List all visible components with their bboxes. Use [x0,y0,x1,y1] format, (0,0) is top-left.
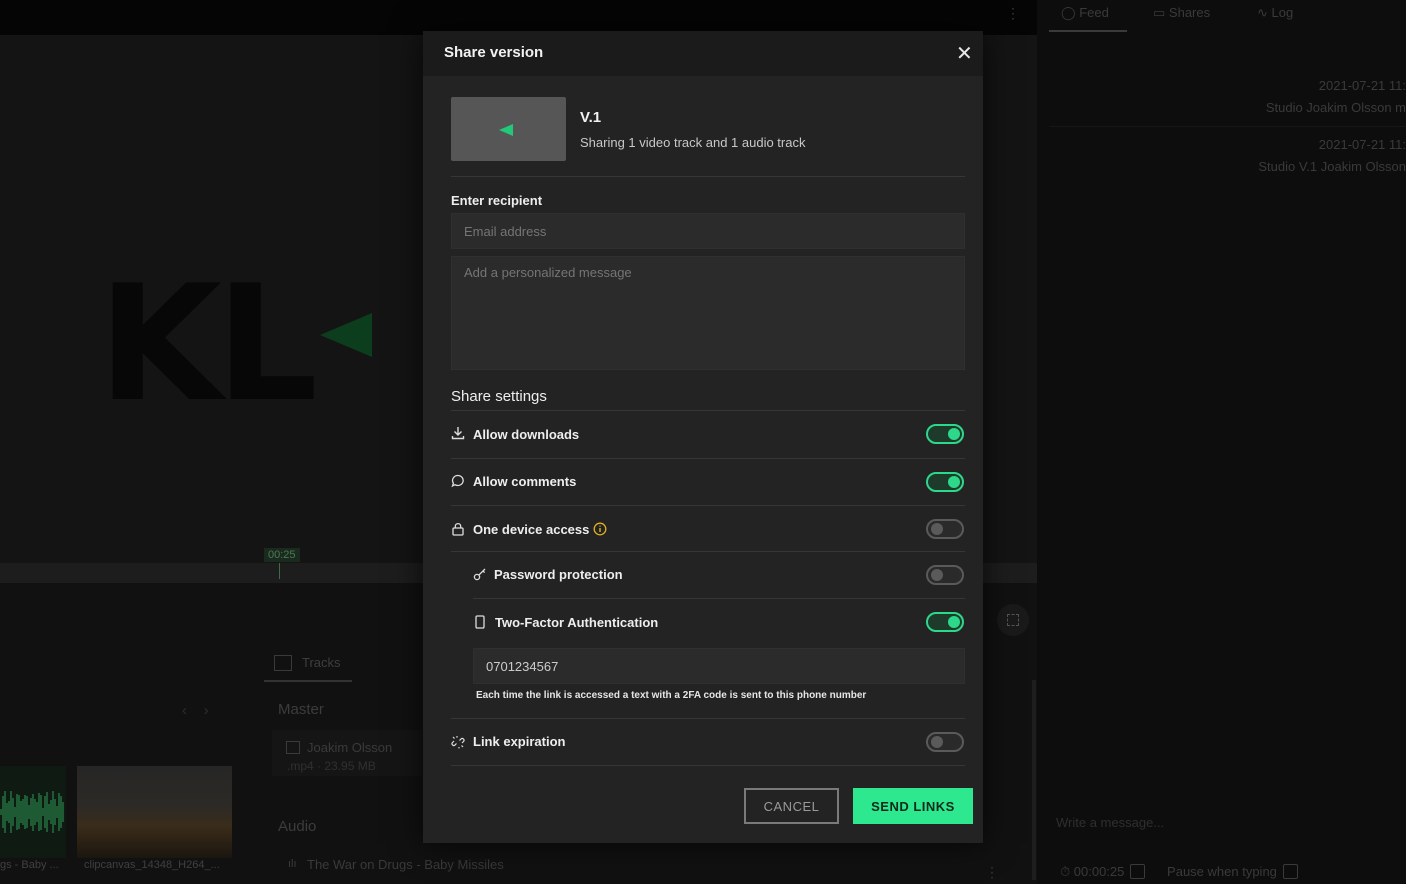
tab-shares-label: Shares [1168,5,1211,20]
thumbnail-caption: gs - Baby ... [0,859,59,871]
divider [451,505,965,506]
phone-number-field[interactable] [473,648,965,684]
pause-when-typing-label: Pause when typing [1167,864,1277,879]
allow-comments-label: Allow comments [473,474,577,489]
version-logo-icon [499,124,513,136]
video-frame-logo: KL [98,250,318,437]
chevron-right-icon[interactable]: › [204,702,209,719]
tab-log-label: Log [1271,5,1294,20]
stopwatch-icon: ⏱ [1060,864,1071,879]
scrollbar[interactable] [1032,680,1036,880]
tab-feed[interactable]: ◯ Feed [1061,5,1109,21]
right-panel [1037,0,1406,884]
playhead-timecode: 00:25 [264,548,300,562]
broken-link-icon [451,735,465,754]
tab-log[interactable]: ∿ Log [1257,5,1293,21]
dialog-header: Share version ✕ [423,31,983,76]
audio-section-label: Audio [278,818,317,835]
personal-message-field[interactable] [451,256,965,370]
more-options-icon[interactable]: ⋮ [1006,5,1020,22]
allow-downloads-toggle[interactable] [926,424,964,444]
tab-shares[interactable]: ▭ Shares [1153,5,1210,21]
audio-clip-name: The War on Drugs - Baby Missiles [307,857,504,872]
email-field[interactable] [451,213,965,249]
share-settings-title: Share settings [451,388,547,405]
password-protection-label: Password protection [494,567,623,582]
divider [451,551,965,552]
chat-icon: ◯ [1061,5,1076,20]
cancel-button[interactable]: CANCEL [744,788,839,824]
video-frame-logo-triangle [320,313,372,357]
feed-item-text: Studio Joakim Olsson m [1265,100,1406,115]
chevron-left-icon[interactable]: ‹ [182,702,187,719]
link-expiration-label: Link expiration [473,734,566,749]
waveform-bar [62,801,64,823]
allow-comments-toggle[interactable] [926,472,964,492]
close-icon[interactable]: ✕ [956,41,973,66]
divider [451,176,965,177]
divider [451,458,965,459]
tab-feed-label: Feed [1079,5,1109,20]
more-options-icon[interactable]: ⋮ [985,864,999,881]
one-device-access-label: One device access [473,522,590,537]
clip-nav: ‹ › [182,702,209,719]
tab-feed-underline [1049,30,1127,32]
two-factor-toggle[interactable] [926,612,964,632]
film-icon [274,655,292,671]
link-expiration-toggle[interactable] [926,732,964,752]
divider [1049,126,1406,127]
master-clip-name: Joakim Olsson [307,740,393,755]
master-clip-meta: .mp4 · 23.95 MB [287,759,376,773]
version-subtitle: Sharing 1 video track and 1 audio track [580,135,806,150]
allow-downloads-label: Allow downloads [473,427,580,442]
fullscreen-button[interactable] [997,604,1029,636]
send-links-button[interactable]: SEND LINKS [853,788,973,824]
version-label: V.1 [580,109,602,126]
version-thumbnail [451,97,566,161]
comment-icon [451,474,465,493]
activity-icon: ∿ [1257,5,1268,20]
divider [473,598,965,599]
dialog-title: Share version [444,44,544,61]
fullscreen-icon [1007,614,1019,626]
master-section-label: Master [278,701,324,718]
info-icon[interactable] [593,522,607,541]
playhead[interactable] [279,563,280,579]
film-icon [286,741,300,754]
key-icon [473,567,487,586]
thumbnail-video[interactable] [77,766,232,858]
divider [451,765,965,766]
divider [451,718,965,719]
tab-tracks[interactable]: Tracks [264,648,352,682]
feed-item-text: Studio V.1 Joakim Olsson [1258,159,1406,174]
footer-timecode: 00:00:25 [1073,864,1125,879]
phone-hint: Each time the link is accessed a text wi… [476,690,867,701]
audio-bars-icon: ılı [288,858,297,870]
tab-tracks-label: Tracks [302,655,341,670]
archive-icon: ▭ [1153,5,1166,20]
phone-icon [473,615,487,634]
feed-item-time: 2021-07-21 11: [1318,78,1406,93]
feed-item-time: 2021-07-21 11: [1318,137,1406,152]
one-device-access-toggle[interactable] [926,519,964,539]
player-top-bar [0,0,1037,35]
two-factor-label: Two-Factor Authentication [495,615,659,630]
pause-when-typing-checkbox[interactable] [1282,864,1298,879]
timecode-checkbox[interactable] [1130,864,1146,879]
thumbnail-audio[interactable] [0,766,66,858]
thumbnail-caption: clipcanvas_14348_H264_... [84,859,220,871]
message-input[interactable]: Write a message... [1056,815,1164,830]
divider [451,410,965,411]
download-icon [451,426,465,445]
password-protection-toggle[interactable] [926,565,964,585]
recipient-label: Enter recipient [451,193,543,208]
lock-icon [451,522,465,541]
share-version-dialog: Share version ✕ V.1 Sharing 1 video trac… [423,31,983,843]
feed-footer: ⏱ 00:00:25 Pause when typing [1060,864,1298,880]
